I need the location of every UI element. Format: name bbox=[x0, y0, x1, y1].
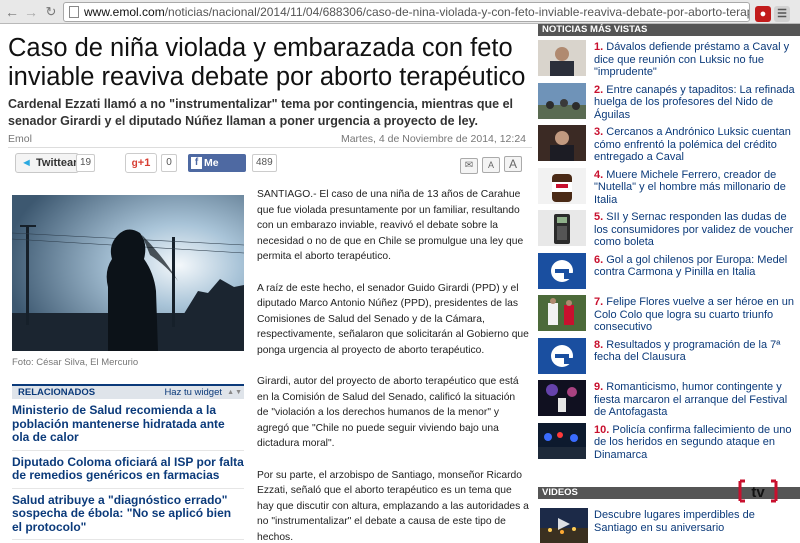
extension-icons: ● ☰ bbox=[755, 4, 797, 22]
article-subtitle: Cardenal Ezzati llamó a no "instrumental… bbox=[8, 97, 514, 128]
list-item[interactable]: 8. Resultados y programación de la 7ª fe… bbox=[538, 337, 800, 381]
related-link[interactable]: Diputado Coloma oficiará al ISP por falt… bbox=[12, 451, 244, 489]
video-thumbnail[interactable] bbox=[540, 508, 588, 543]
gplus-label: +1 bbox=[137, 157, 151, 169]
video-link[interactable]: Descubre lugares imperdibles de Santiago… bbox=[594, 509, 794, 534]
rank-number: 4. bbox=[594, 168, 604, 181]
rank-number: 5. bbox=[594, 211, 604, 223]
url-host: www.emol.com bbox=[84, 5, 165, 19]
arrow-up-icon[interactable]: ▲ bbox=[227, 389, 234, 396]
twitter-label: Twittear bbox=[36, 157, 78, 169]
news-thumbnail bbox=[538, 295, 586, 331]
news-link[interactable]: Policía confirma fallecimiento de uno de… bbox=[594, 424, 792, 461]
rank-number: 2. bbox=[594, 83, 604, 96]
rank-number: 9. bbox=[594, 381, 604, 393]
news-thumbnail bbox=[538, 210, 586, 246]
browser-toolbar: ← → ↻ www.emol.com/noticias/nacional/201… bbox=[0, 0, 800, 24]
most-viewed-header: NOTICIAS MÁS VISTAS bbox=[538, 24, 800, 36]
widget-link[interactable]: Haz tu widget bbox=[164, 387, 222, 398]
rank-number: 7. bbox=[594, 296, 604, 308]
news-link[interactable]: Romanticismo, humor contingente y fiesta… bbox=[594, 381, 787, 418]
share-bar: ◄ Twittear 19 g+1 0 f Me gusta 489 ✉ A A bbox=[8, 150, 532, 187]
article-paragraph: Por su parte, el arzobispo de Santiago, … bbox=[257, 469, 529, 543]
news-thumbnail bbox=[538, 380, 586, 416]
list-item[interactable]: 6. Gol a gol chilenos por Europa: Medel … bbox=[538, 252, 800, 296]
news-link[interactable]: Resultados y programación de la 7ª fecha… bbox=[594, 339, 780, 364]
article-meta: Emol Martes, 4 de Noviembre de 2014, 12:… bbox=[8, 128, 532, 148]
most-viewed-list: 1. Dávalos defiende préstamo a Caval y d… bbox=[538, 40, 800, 465]
article-source: Emol bbox=[8, 133, 32, 145]
rank-number: 10. bbox=[594, 423, 610, 436]
rank-number: 3. bbox=[594, 126, 604, 138]
list-item[interactable]: 9. Romanticismo, humor contingente y fie… bbox=[538, 380, 800, 423]
news-link[interactable]: SII y Sernac responden las dudas de los … bbox=[594, 211, 793, 248]
article-title: Caso de niña violada y embarazada con fe… bbox=[8, 34, 526, 91]
url-path: /noticias/nacional/2014/11/04/688306/cas… bbox=[164, 5, 750, 19]
news-link[interactable]: Cercanos a Andrónico Luksic cuentan cómo… bbox=[594, 126, 791, 163]
address-bar[interactable]: www.emol.com/noticias/nacional/2014/11/0… bbox=[63, 2, 750, 22]
list-item[interactable]: 7. Felipe Flores vuelve a ser héroe en u… bbox=[538, 295, 800, 338]
rank-number: 6. bbox=[594, 253, 604, 266]
news-thumbnail bbox=[538, 167, 586, 204]
email-icon[interactable]: ✉ bbox=[460, 158, 478, 174]
news-link[interactable]: Felipe Flores vuelve a ser héroe en un C… bbox=[594, 296, 794, 333]
article-paragraph: Girardi, autor del proyecto de aborto te… bbox=[257, 376, 519, 449]
article-paragraph: SANTIAGO.- El caso de una niña de 13 año… bbox=[257, 189, 524, 262]
news-thumbnail bbox=[538, 40, 586, 76]
gplus-count: 0 bbox=[161, 154, 177, 172]
article-paragraph: A raíz de este hecho, el senador Guido G… bbox=[257, 282, 529, 356]
related-link[interactable]: Salud atribuye a "diagnóstico errado" so… bbox=[12, 489, 244, 540]
gplus-button[interactable]: g+1 bbox=[125, 153, 157, 173]
emol-logo-thumbnail bbox=[538, 337, 586, 374]
article-date: Martes, 4 de Noviembre de 2014, 12:24 bbox=[340, 133, 526, 145]
most-viewed-sidebar: NOTICIAS MÁS VISTAS 1. Dávalos defiende … bbox=[532, 24, 800, 543]
list-item[interactable]: 10. Policía confirma fallecimiento de un… bbox=[538, 422, 800, 466]
related-header: RELACIONADOS Haz tu widget ▲ ▼ bbox=[12, 384, 244, 399]
forward-arrow-icon[interactable]: → bbox=[22, 3, 40, 21]
menu-icon[interactable]: ☰ bbox=[774, 6, 790, 22]
rank-number: 1. bbox=[594, 41, 604, 53]
photo-caption: Foto: César Silva, El Mercurio bbox=[12, 357, 139, 368]
page-icon bbox=[69, 6, 79, 18]
back-arrow-icon[interactable]: ← bbox=[3, 3, 21, 21]
facebook-label: Me gusta bbox=[204, 157, 233, 187]
rank-number: 8. bbox=[594, 338, 604, 351]
twitter-button[interactable]: ◄ Twittear bbox=[15, 153, 79, 173]
facebook-icon: f bbox=[191, 157, 202, 169]
related-link[interactable]: Ministerio de Salud recomienda a la pobl… bbox=[12, 399, 244, 451]
list-item[interactable]: 2. Entre canapés y tapaditos: La refinad… bbox=[538, 82, 800, 126]
list-item[interactable]: 4. Muere Michele Ferrero, creador de "Nu… bbox=[538, 167, 800, 211]
twitter-bird-icon: ◄ bbox=[21, 157, 32, 169]
facebook-count: 489 bbox=[252, 154, 277, 172]
article-tools: ✉ A A bbox=[456, 155, 522, 174]
extension-icon[interactable]: ● bbox=[755, 6, 771, 22]
news-link[interactable]: Dávalos defiende préstamo a Caval y dice… bbox=[594, 41, 789, 78]
tv-logo[interactable]: tv bbox=[738, 479, 778, 503]
list-item[interactable]: 5. SII y Sernac responden las dudas de l… bbox=[538, 210, 800, 253]
facebook-like-button[interactable]: f Me gusta bbox=[188, 154, 246, 187]
twitter-count: 19 bbox=[76, 154, 96, 172]
reload-icon[interactable]: ↻ bbox=[42, 3, 60, 21]
font-increase-button[interactable]: A bbox=[504, 156, 522, 172]
article-photo bbox=[12, 195, 244, 351]
font-decrease-button[interactable]: A bbox=[482, 157, 500, 173]
news-link[interactable]: Muere Michele Ferrero, creador de "Nutel… bbox=[594, 169, 786, 206]
silhouette-photo bbox=[12, 195, 244, 351]
related-title: RELACIONADOS bbox=[18, 387, 96, 398]
arrow-down-icon[interactable]: ▼ bbox=[235, 389, 242, 396]
article-column: Caso de niña violada y embarazada con fe… bbox=[8, 24, 532, 543]
news-link[interactable]: Entre canapés y tapaditos: La refinada h… bbox=[594, 84, 795, 121]
article-body: SANTIAGO.- El caso de una niña de 13 año… bbox=[257, 187, 529, 543]
related-box: RELACIONADOS Haz tu widget ▲ ▼ Ministeri… bbox=[12, 384, 244, 540]
list-item[interactable]: 1. Dávalos defiende préstamo a Caval y d… bbox=[538, 40, 800, 83]
news-thumbnail bbox=[538, 82, 586, 119]
news-thumbnail bbox=[538, 125, 586, 161]
tv-logo-text: tv bbox=[751, 484, 765, 501]
news-thumbnail bbox=[538, 422, 586, 459]
list-item[interactable]: 3. Cercanos a Andrónico Luksic cuentan c… bbox=[538, 125, 800, 168]
emol-logo-thumbnail bbox=[538, 252, 586, 289]
news-link[interactable]: Gol a gol chilenos por Europa: Medel con… bbox=[594, 254, 787, 279]
